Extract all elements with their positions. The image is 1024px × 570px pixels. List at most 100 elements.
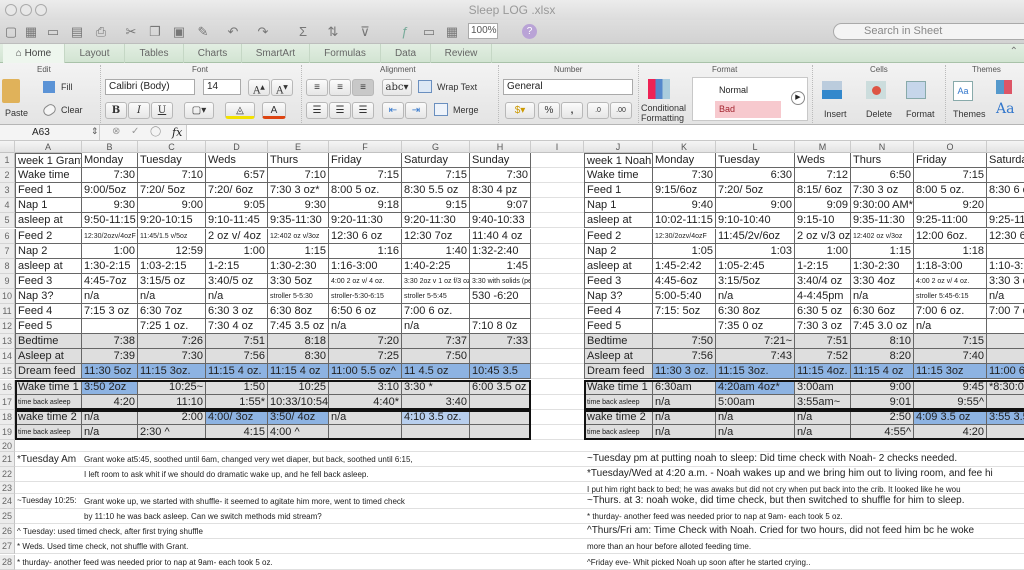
- note-text[interactable]: I left room to ask whit if we should do …: [84, 470, 369, 479]
- noah-cell[interactable]: 7:45 3.0 oz: [851, 319, 914, 335]
- noah-cell[interactable]: 8:10: [851, 334, 914, 350]
- noah-cell[interactable]: 7:12: [795, 168, 851, 184]
- grant-cell[interactable]: 4:00/ 3oz: [206, 409, 268, 425]
- noah-cell[interactable]: 4:20am 4oz*: [716, 379, 795, 395]
- noah-cell[interactable]: 12:30 6: [987, 229, 1024, 244]
- copy-icon[interactable]: ❐: [146, 23, 164, 40]
- column-header[interactable]: C: [138, 141, 206, 153]
- noah-cell[interactable]: 4-4:45pm: [795, 288, 851, 304]
- conditional-formatting-button[interactable]: Conditional Formatting: [641, 103, 686, 123]
- fill-color-button[interactable]: ◬: [225, 102, 255, 119]
- grant-row-label[interactable]: Wake time: [15, 168, 82, 184]
- noah-row-label[interactable]: Wake time 1: [584, 379, 653, 395]
- noah-cell[interactable]: 9:09: [795, 198, 851, 214]
- grant-row-label[interactable]: Feed 2: [15, 228, 82, 244]
- noah-cell[interactable]: 9:10-10:40: [716, 213, 795, 229]
- grant-cell[interactable]: 1:16-3:00: [329, 258, 402, 274]
- noah-cell[interactable]: 7:50: [653, 334, 716, 350]
- grant-cell[interactable]: 3:30 with solids (pear): [470, 273, 531, 289]
- noah-row-label[interactable]: Feed 5: [584, 319, 653, 335]
- noah-cell[interactable]: 7:00 6 oz.: [914, 304, 987, 319]
- grant-cell[interactable]: 11:15 3oz.: [138, 364, 206, 380]
- increase-indent-button[interactable]: ⇥: [405, 102, 427, 119]
- noah-cell[interactable]: 1-2:15: [795, 258, 851, 274]
- grant-cell[interactable]: 11:15 4 oz: [268, 364, 329, 380]
- grant-cell[interactable]: 1:50: [206, 379, 268, 395]
- row-header[interactable]: 12: [0, 319, 15, 335]
- accounting-format-button[interactable]: $▾: [505, 102, 535, 119]
- grant-cell[interactable]: 7:25 1 oz.: [138, 319, 206, 335]
- noah-cell[interactable]: 11:45/2v/6oz: [716, 228, 795, 244]
- noah-cell[interactable]: 11:30 3 oz.: [653, 364, 716, 380]
- column-header[interactable]: M: [795, 141, 851, 153]
- tab-smartart[interactable]: SmartArt: [242, 44, 310, 63]
- noah-cell[interactable]: [987, 168, 1024, 184]
- grant-cell[interactable]: [329, 424, 402, 440]
- theme-colors-icon[interactable]: [996, 80, 1012, 94]
- row-header[interactable]: 3: [0, 183, 15, 199]
- grant-cell[interactable]: 11:40 4 oz: [470, 228, 531, 244]
- paste-icon[interactable]: [2, 79, 20, 103]
- grant-cell[interactable]: 7:25: [329, 349, 402, 365]
- underline-button[interactable]: U: [151, 102, 173, 119]
- grant-cell[interactable]: 11 4.5 oz: [402, 364, 470, 380]
- noah-cell[interactable]: 7:15: [914, 168, 987, 184]
- grant-cell[interactable]: [470, 409, 531, 425]
- grant-cell[interactable]: 3:40: [402, 394, 470, 410]
- noah-row-label[interactable]: asleep at: [584, 213, 653, 229]
- grant-cell[interactable]: 7:30: [82, 168, 138, 184]
- grant-cell[interactable]: 9:30: [268, 198, 329, 214]
- grant-day-header[interactable]: Sunday: [470, 153, 531, 168]
- grant-row-label[interactable]: Feed 4: [15, 304, 82, 319]
- grant-row-label[interactable]: Feed 1: [15, 183, 82, 199]
- noah-cell[interactable]: 1:00: [795, 243, 851, 259]
- grant-cell[interactable]: 7:10: [268, 168, 329, 184]
- noah-cell[interactable]: 8:15/ 6oz: [795, 183, 851, 199]
- grant-cell[interactable]: 12:30 6 oz: [329, 228, 402, 244]
- tab-layout[interactable]: Layout: [65, 44, 125, 63]
- format-painter-icon[interactable]: ✎: [194, 23, 212, 40]
- grant-row-label[interactable]: Wake time 1: [15, 379, 82, 395]
- noah-cell[interactable]: 9:00: [851, 379, 914, 395]
- grant-cell[interactable]: 7:50: [402, 349, 470, 365]
- increase-decimal-button[interactable]: .0: [587, 102, 609, 119]
- row-header[interactable]: 15: [0, 364, 15, 380]
- grant-day-header[interactable]: Weds: [206, 153, 268, 168]
- noah-cell[interactable]: 4:00 2 oz v/ 4 oz.: [914, 273, 987, 289]
- align-center-button[interactable]: ☰: [329, 102, 351, 119]
- grant-cell[interactable]: 10:25: [268, 379, 329, 395]
- formula-input[interactable]: [186, 125, 1024, 140]
- grant-cell[interactable]: n/a: [82, 288, 138, 304]
- tab-data[interactable]: Data: [381, 44, 431, 63]
- noah-cell[interactable]: n/a: [716, 424, 795, 440]
- grant-cell[interactable]: 4:15: [206, 424, 268, 440]
- comma-button[interactable]: ,: [561, 102, 583, 119]
- grant-cell[interactable]: n/a: [82, 424, 138, 440]
- noah-cell[interactable]: 9:15/6oz: [653, 183, 716, 199]
- formula-builder-icon[interactable]: ◯: [150, 126, 161, 137]
- note-label[interactable]: ~Tuesday 10:25:: [17, 496, 77, 505]
- note-text[interactable]: ~Thurs. at 3: noah woke, did time check,…: [587, 495, 965, 506]
- cancel-icon[interactable]: ⊗: [112, 126, 120, 137]
- autosum-icon[interactable]: Σ: [294, 23, 312, 40]
- noah-cell[interactable]: stroller 5:45-6:15: [914, 288, 987, 304]
- grant-day-header[interactable]: Monday: [82, 153, 138, 168]
- noah-cell[interactable]: 7:51: [795, 334, 851, 350]
- noah-table-title[interactable]: week 1 Noah: [584, 153, 653, 168]
- noah-cell[interactable]: 7:30 3 oz: [795, 319, 851, 335]
- new-icon[interactable]: ▢: [2, 23, 20, 40]
- grant-cell[interactable]: 7:30 4 oz: [206, 319, 268, 335]
- grant-cell[interactable]: 9:20-10:15: [138, 213, 206, 229]
- grant-cell[interactable]: [82, 319, 138, 335]
- row-header[interactable]: 1: [0, 153, 15, 169]
- note-text[interactable]: more than an hour before alloted feeding…: [587, 542, 751, 551]
- style-bad[interactable]: Bad: [715, 101, 781, 118]
- align-left-button[interactable]: ☰: [306, 102, 328, 119]
- font-color-button[interactable]: A: [262, 102, 286, 119]
- grant-cell[interactable]: 1:15: [268, 243, 329, 259]
- noah-cell[interactable]: 7:43: [716, 349, 795, 365]
- column-header[interactable]: F: [329, 141, 402, 153]
- print-icon[interactable]: ⎙: [92, 23, 110, 40]
- row-header[interactable]: 19: [0, 424, 15, 440]
- grant-cell[interactable]: 9:50-11:15: [82, 213, 138, 229]
